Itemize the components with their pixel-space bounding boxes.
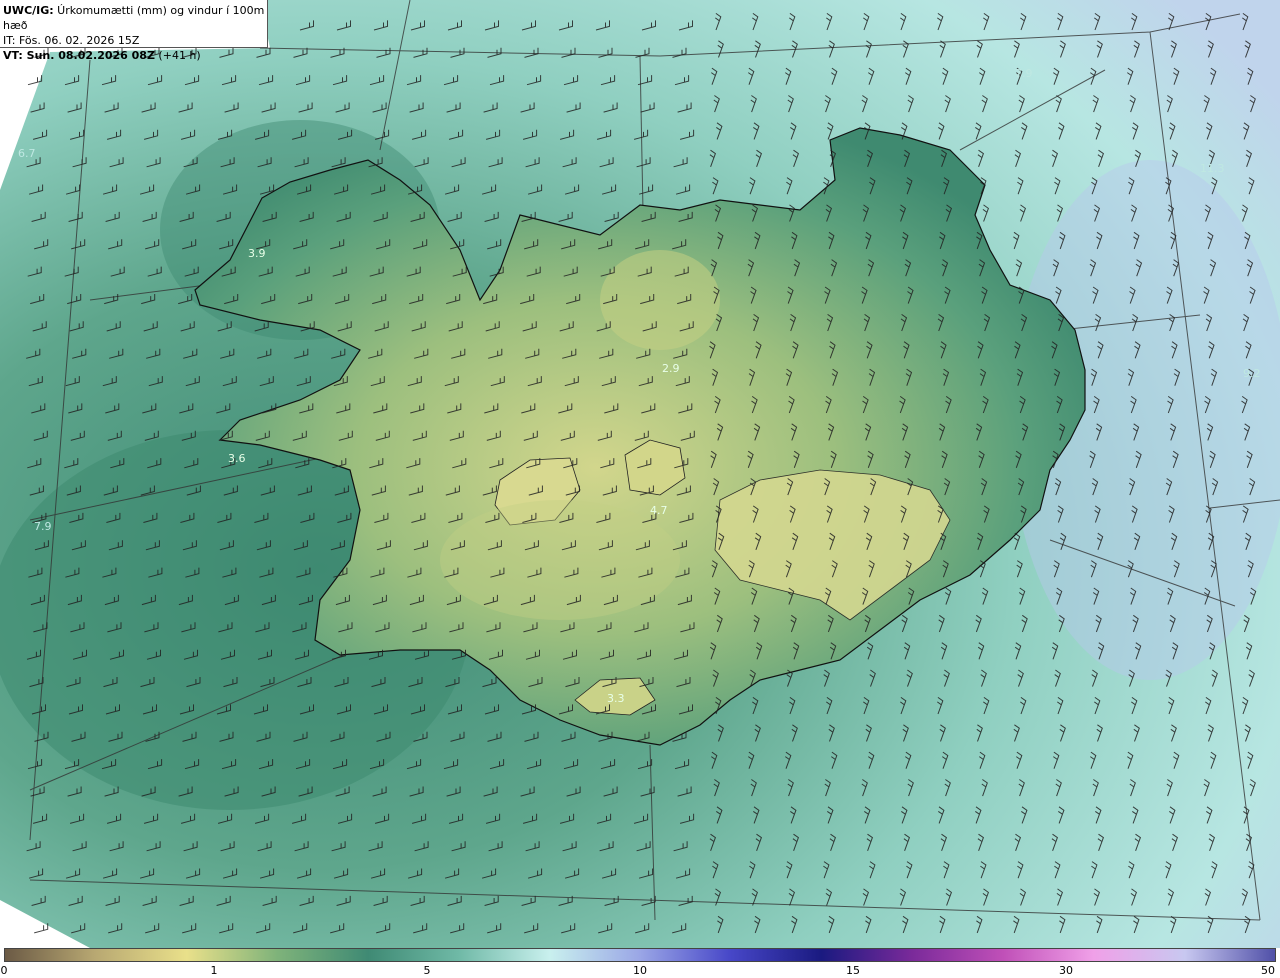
- map-value-label: 7.9: [34, 520, 52, 533]
- colorbar-tick: 50: [1261, 964, 1275, 977]
- title-line: UWC/IG: Úrkomumætti (mm) og vindur í 100…: [3, 3, 267, 33]
- title-model: UWC/IG:: [3, 4, 54, 17]
- map-value-label: 3.3: [607, 692, 625, 705]
- colorbar-tick: 5: [423, 964, 431, 977]
- map-value-label: 3.6: [228, 452, 246, 465]
- precipitation-wind-map: 3.9 3.6 2.9 4.7 3.3 6.7 7.9 11.3 9.2 7.9: [0, 0, 1280, 948]
- forecast-hour: (+41 h): [154, 49, 201, 62]
- colorbar-tick: 15: [846, 964, 860, 977]
- colorbar-tick: 10: [633, 964, 647, 977]
- map-value-label: 7.9: [1015, 67, 1033, 80]
- colorbar-tick: 30: [1059, 964, 1073, 977]
- wind-barb: [34, 923, 49, 934]
- map-value-label: 4.7: [650, 504, 668, 517]
- map-value-label: 3.9: [248, 247, 266, 260]
- colorbar-tick: 0: [0, 964, 8, 977]
- map-value-label: 6.7: [18, 147, 36, 160]
- colorbar-legend: 0 1 5 10 15 30 50: [0, 948, 1280, 978]
- colorbar-tick: 1: [210, 964, 218, 977]
- map-value-label: 11.3: [1200, 162, 1225, 175]
- map-value-label: 2.9: [662, 362, 680, 375]
- init-time: IT: Fös. 06. 02. 2026 15Z: [3, 34, 140, 47]
- valid-time: VT: Sun. 08.02.2026 08Z: [3, 49, 155, 62]
- highland-central: [440, 500, 680, 620]
- map-title-box: UWC/IG: Úrkomumætti (mm) og vindur í 100…: [0, 0, 268, 62]
- map-value-label: 9.2: [1243, 367, 1261, 380]
- colorbar: [4, 948, 1276, 962]
- map-area: 3.9 3.6 2.9 4.7 3.3 6.7 7.9 11.3 9.2 7.9…: [0, 0, 1280, 948]
- valid-time-line: VT: Sun. 08.02.2026 08Z (+41 h): [3, 48, 267, 63]
- highland-north: [600, 250, 720, 350]
